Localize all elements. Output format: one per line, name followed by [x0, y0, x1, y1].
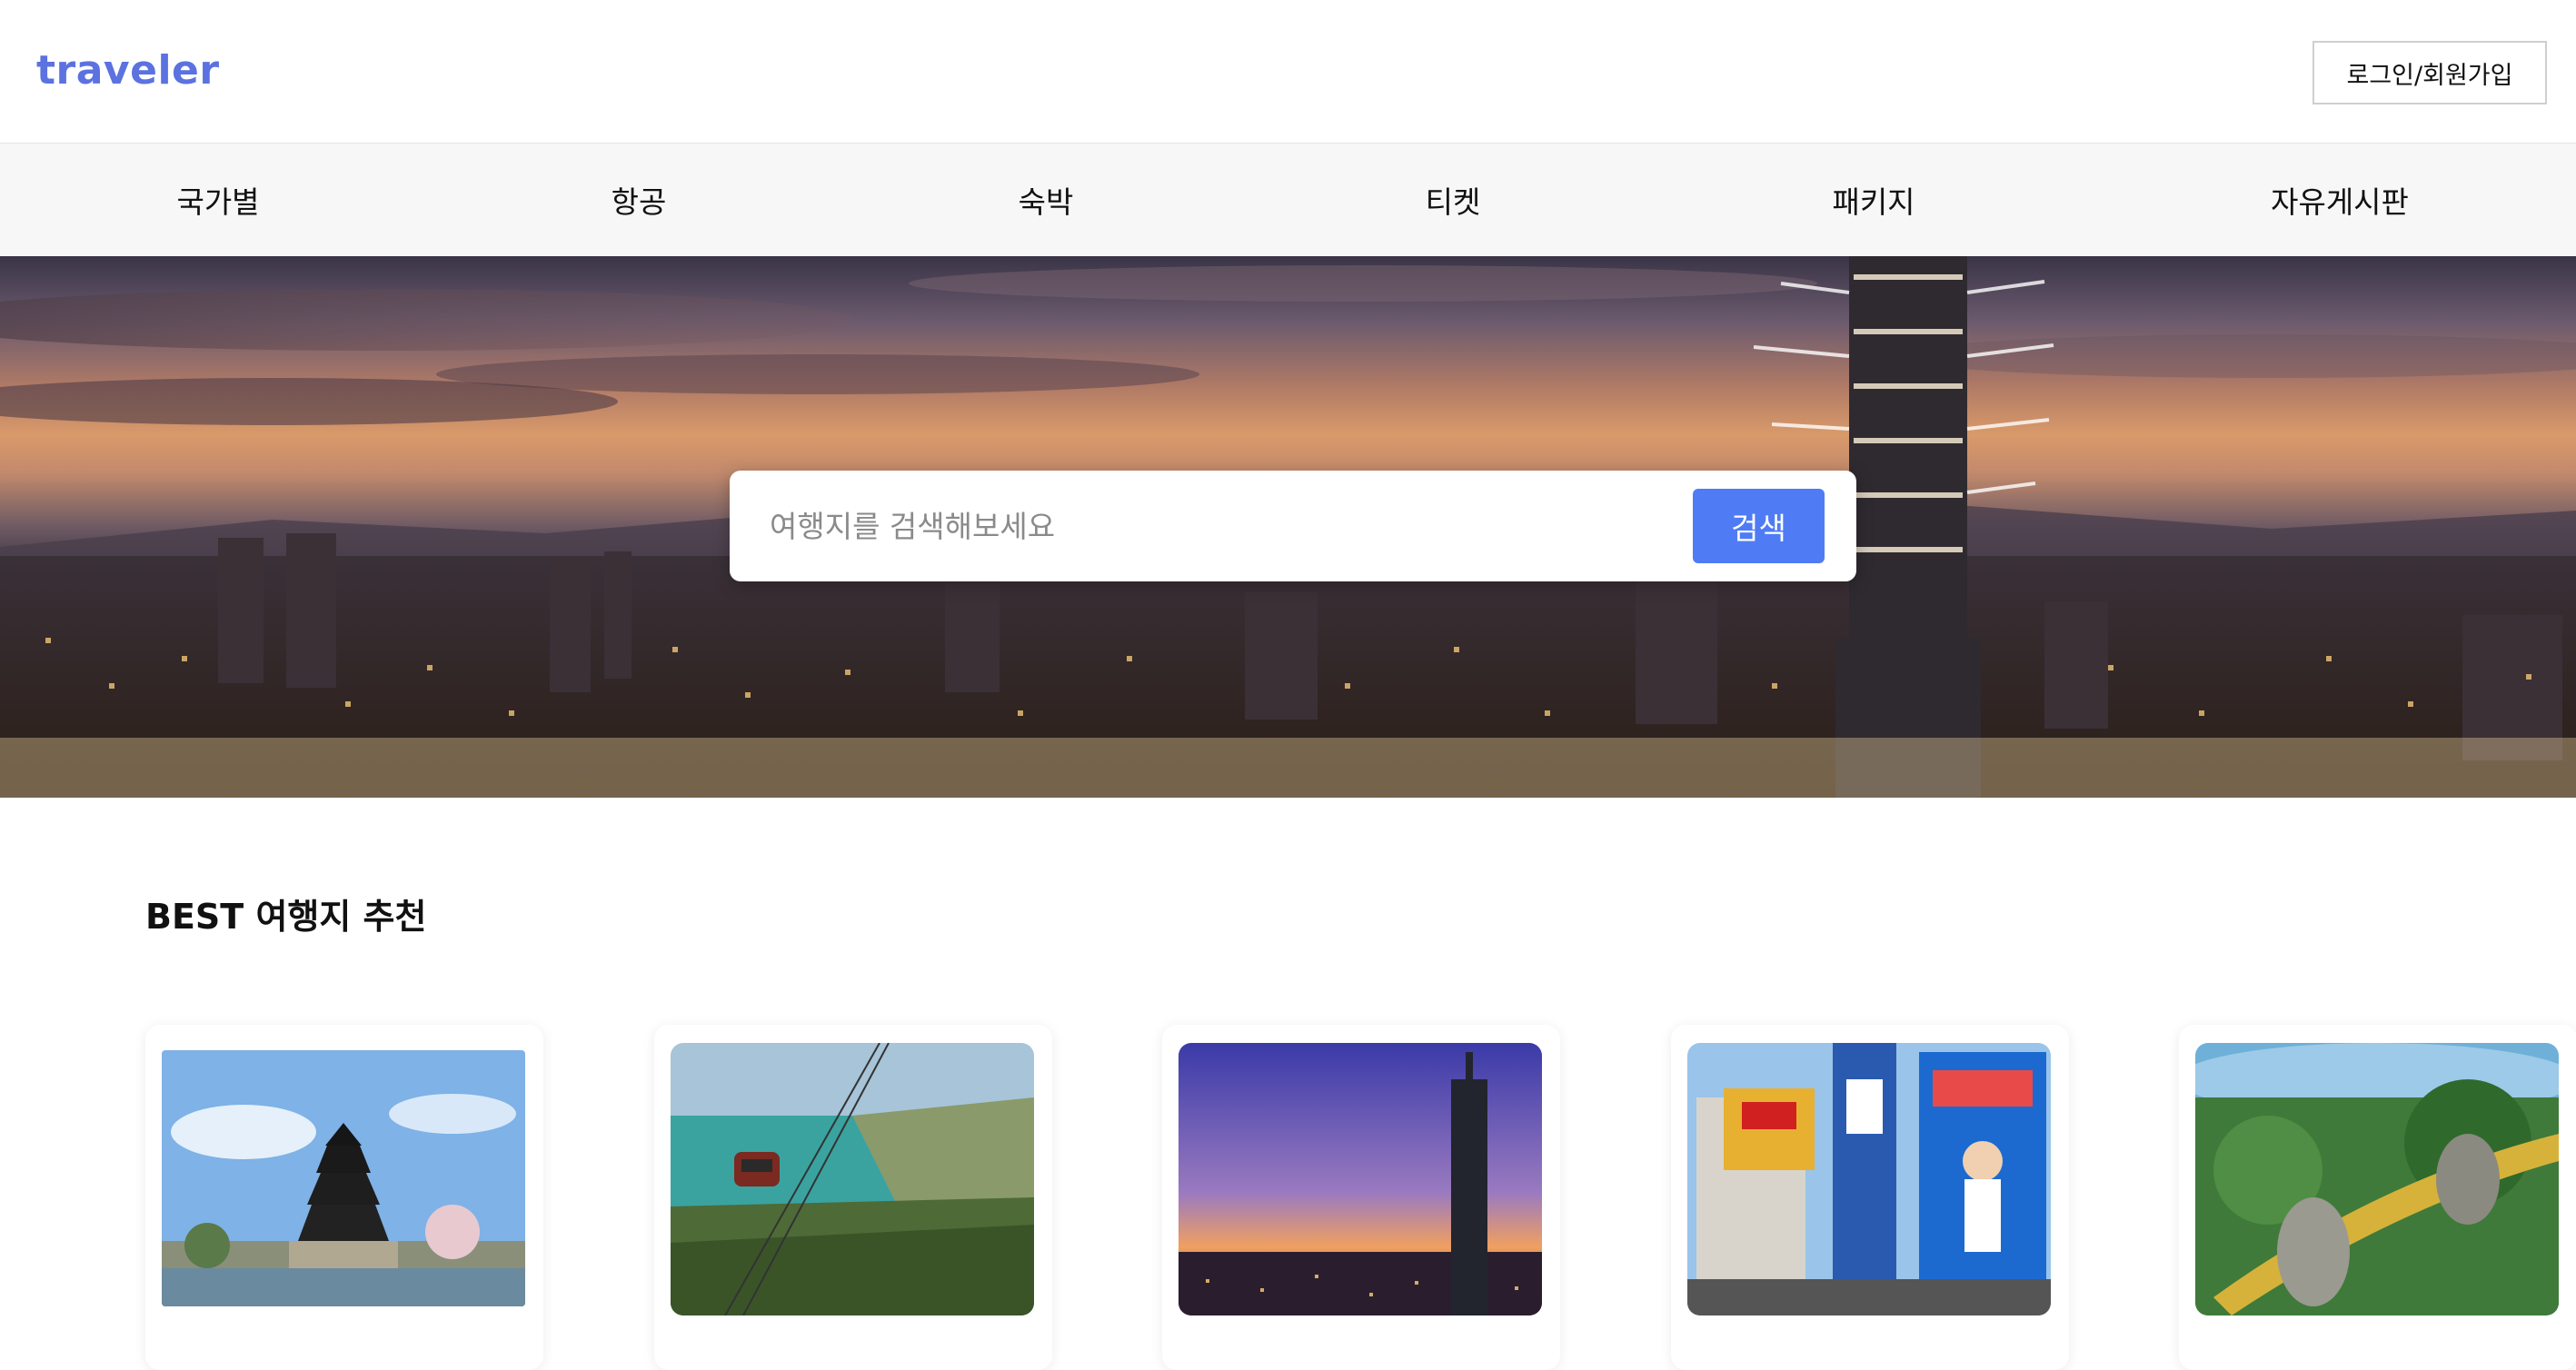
destination-search-input[interactable] — [748, 489, 1693, 563]
header: traveler 로그인/회원가입 — [0, 0, 2576, 144]
best-section-title: BEST 여행지 추천 — [145, 897, 427, 937]
login-signup-button[interactable]: 로그인/회원가입 — [2312, 41, 2547, 104]
nav-item-lodging[interactable]: 숙박 — [1019, 144, 1074, 256]
destination-card[interactable] — [654, 1025, 1052, 1370]
main-nav: 국가별 항공 숙박 티켓 패키지 자유게시판 — [0, 144, 2576, 256]
cable-car-coast-photo — [671, 1043, 1034, 1315]
city-billboards-photo — [1687, 1043, 2051, 1315]
nav-item-flight[interactable]: 항공 — [612, 144, 667, 256]
tower-dusk-photo — [1179, 1043, 1542, 1315]
search-bar: 검색 — [730, 471, 1856, 581]
nav-item-board[interactable]: 자유게시판 — [2271, 144, 2409, 256]
destination-card[interactable] — [2179, 1025, 2576, 1370]
site-logo[interactable]: traveler — [36, 47, 220, 94]
nav-item-package[interactable]: 패키지 — [1832, 144, 1915, 256]
hero-banner: 검색 — [0, 256, 2576, 798]
destination-card[interactable] — [145, 1025, 543, 1370]
nav-item-ticket[interactable]: 티켓 — [1426, 144, 1481, 256]
castle-photo — [162, 1050, 525, 1306]
golden-bridge-photo — [2195, 1043, 2559, 1315]
search-button[interactable]: 검색 — [1693, 489, 1825, 563]
nav-item-country[interactable]: 국가별 — [176, 144, 259, 256]
destination-card[interactable] — [1162, 1025, 1560, 1370]
destination-card[interactable] — [1671, 1025, 2069, 1370]
